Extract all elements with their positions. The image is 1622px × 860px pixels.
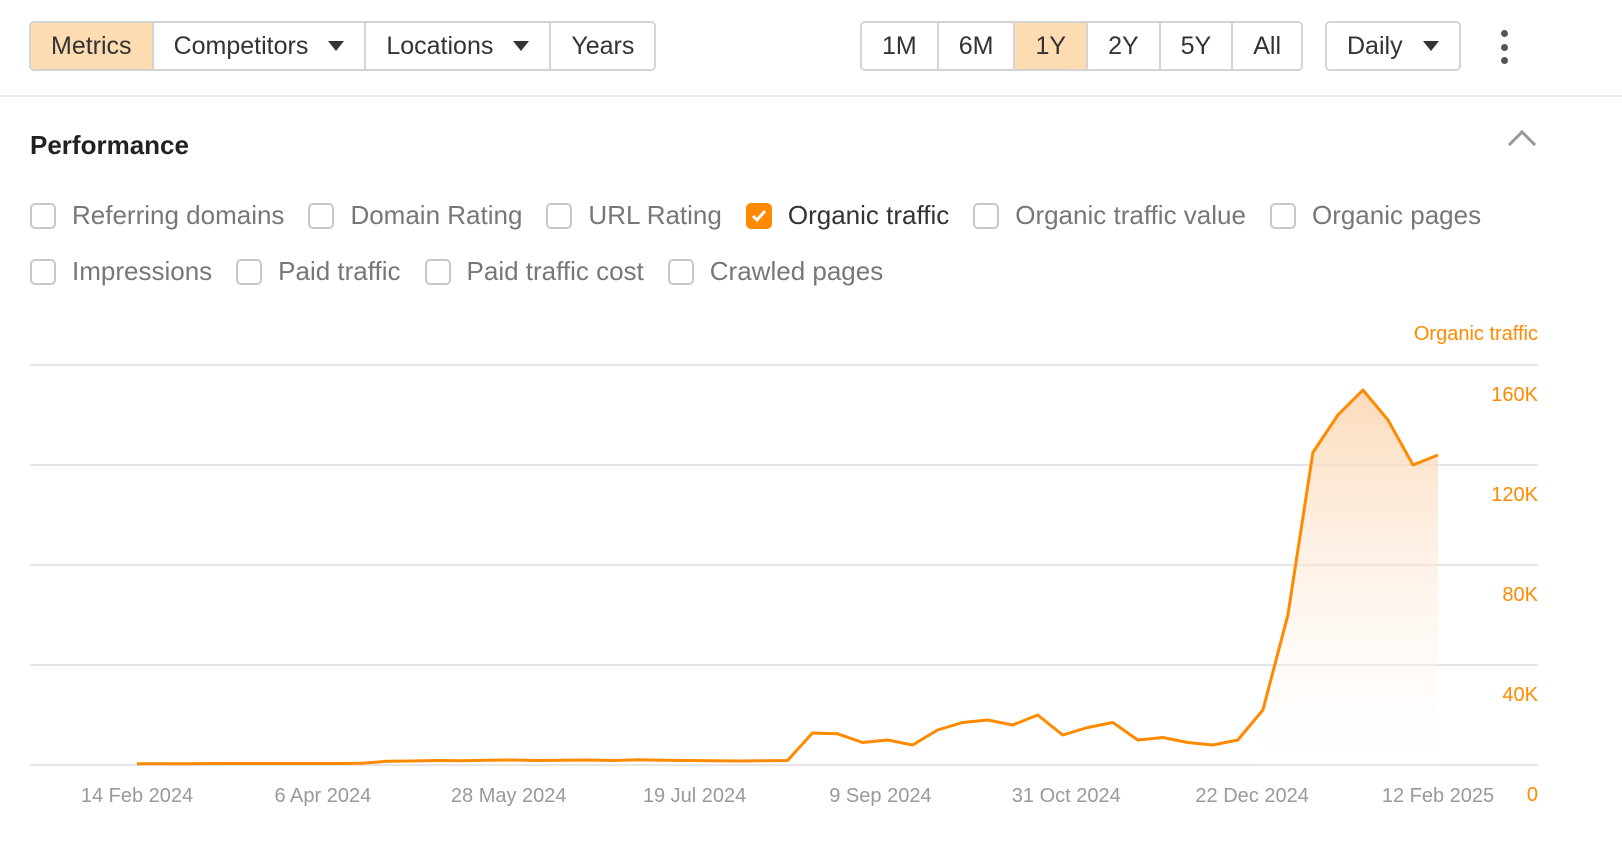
checkbox-label: URL Rating (588, 200, 722, 230)
y-tick-label: 120K (1491, 484, 1538, 506)
chevron-down-icon (328, 41, 345, 51)
y-tick-label: 80K (1502, 584, 1538, 606)
range-5y[interactable]: 5Y (1160, 23, 1234, 69)
checkbox-icon[interactable] (30, 258, 56, 285)
x-tick-label: 9 Sep 2024 (829, 785, 931, 807)
checkbox-icon[interactable] (424, 258, 451, 285)
range-6m[interactable]: 6M (938, 23, 1016, 69)
more-options-icon[interactable] (1496, 30, 1512, 64)
checkbox-icon[interactable] (308, 202, 335, 229)
tab-competitors[interactable]: Competitors (153, 23, 367, 69)
tab-label: Locations (386, 31, 494, 60)
chevron-up-icon[interactable] (1507, 129, 1537, 159)
range-1m[interactable]: 1M (862, 23, 939, 69)
section-title: Performance (30, 130, 189, 160)
series-line (137, 388, 1439, 766)
checkbox-impressions[interactable]: Impressions (30, 256, 212, 287)
y-tick-label: 0 (1527, 784, 1538, 806)
tab-years[interactable]: Years (551, 23, 655, 69)
checkbox-label: Organic pages (1311, 200, 1482, 230)
range-all[interactable]: All (1233, 23, 1302, 69)
y-tick-label: 40K (1502, 684, 1538, 706)
x-tick-label: 6 Apr 2024 (274, 785, 371, 807)
x-tick-label: 14 Feb 2024 (81, 785, 193, 807)
checkbox-organic-pages[interactable]: Organic pages (1269, 200, 1482, 231)
x-tick-label: 22 Dec 2024 (1195, 785, 1308, 807)
checkbox-url-rating[interactable]: URL Rating (546, 200, 722, 231)
x-tick-label: 12 Feb 2025 (1382, 785, 1494, 807)
checkbox-label: Organic traffic (787, 200, 950, 230)
checkbox-domain-rating[interactable]: Domain Rating (308, 200, 522, 231)
checkbox-organic-traffic[interactable]: Organic traffic (745, 200, 950, 231)
checkbox-checked-icon[interactable] (745, 202, 772, 229)
chevron-down-icon (1422, 41, 1439, 51)
tab-label: Years (571, 31, 635, 60)
divider (0, 95, 1622, 97)
checkbox-icon[interactable] (236, 258, 263, 285)
tab-metrics[interactable]: Metrics (31, 23, 154, 69)
checkbox-paid-traffic[interactable]: Paid traffic (236, 256, 401, 287)
checkbox-label: Organic traffic value (1015, 200, 1246, 230)
checkbox-paid-traffic-cost[interactable]: Paid traffic cost (424, 256, 644, 287)
range-tabs: 1M 6M 1Y 2Y 5Y All (860, 21, 1304, 71)
checkbox-referring-domains[interactable]: Referring domains (30, 200, 284, 231)
view-tabs: Metrics Competitors Locations Years (29, 21, 657, 71)
legend-label: Organic traffic (1414, 323, 1538, 345)
x-tick-label: 19 Jul 2024 (643, 785, 746, 807)
checkbox-organic-traffic-value[interactable]: Organic traffic value (973, 200, 1246, 231)
tab-locations[interactable]: Locations (366, 23, 552, 69)
checkbox-label: Impressions (72, 256, 213, 286)
tab-label: Competitors (173, 31, 309, 60)
metrics-row: Impressions Paid traffic Paid traffic cost… (30, 256, 907, 287)
y-tick-label: 160K (1491, 384, 1538, 406)
metrics-row: Referring domains Domain Rating URL Rating… (30, 200, 1505, 231)
interval-dropdown[interactable]: Daily (1325, 21, 1461, 71)
chevron-down-icon (513, 41, 530, 51)
area-fill (1262, 390, 1438, 765)
checkbox-icon[interactable] (1269, 202, 1296, 229)
range-1y[interactable]: 1Y (1015, 23, 1089, 69)
interval-label: Daily (1347, 31, 1403, 60)
x-tick-label: 28 May 2024 (451, 785, 567, 807)
organic-traffic-chart: 0 40K 80K 120K 160K Organic traffic 14 Feb 202… (30, 323, 1539, 807)
checkbox-crawled-pages[interactable]: Crawled pages (667, 256, 884, 287)
checkbox-label: Referring domains (72, 200, 285, 230)
range-2y[interactable]: 2Y (1088, 23, 1161, 69)
checkbox-icon[interactable] (973, 202, 1000, 229)
x-tick-label: 31 Oct 2024 (1012, 785, 1121, 807)
tab-label: Metrics (51, 31, 132, 60)
checkbox-label: Paid traffic cost (466, 256, 644, 286)
checkbox-icon[interactable] (546, 202, 573, 229)
checkbox-label: Domain Rating (350, 200, 523, 230)
interval-button[interactable]: Daily (1327, 23, 1459, 69)
checkbox-label: Crawled pages (709, 256, 884, 286)
checkbox-icon[interactable] (30, 202, 56, 229)
checkbox-label: Paid traffic (278, 256, 401, 286)
checkbox-icon[interactable] (667, 258, 694, 285)
